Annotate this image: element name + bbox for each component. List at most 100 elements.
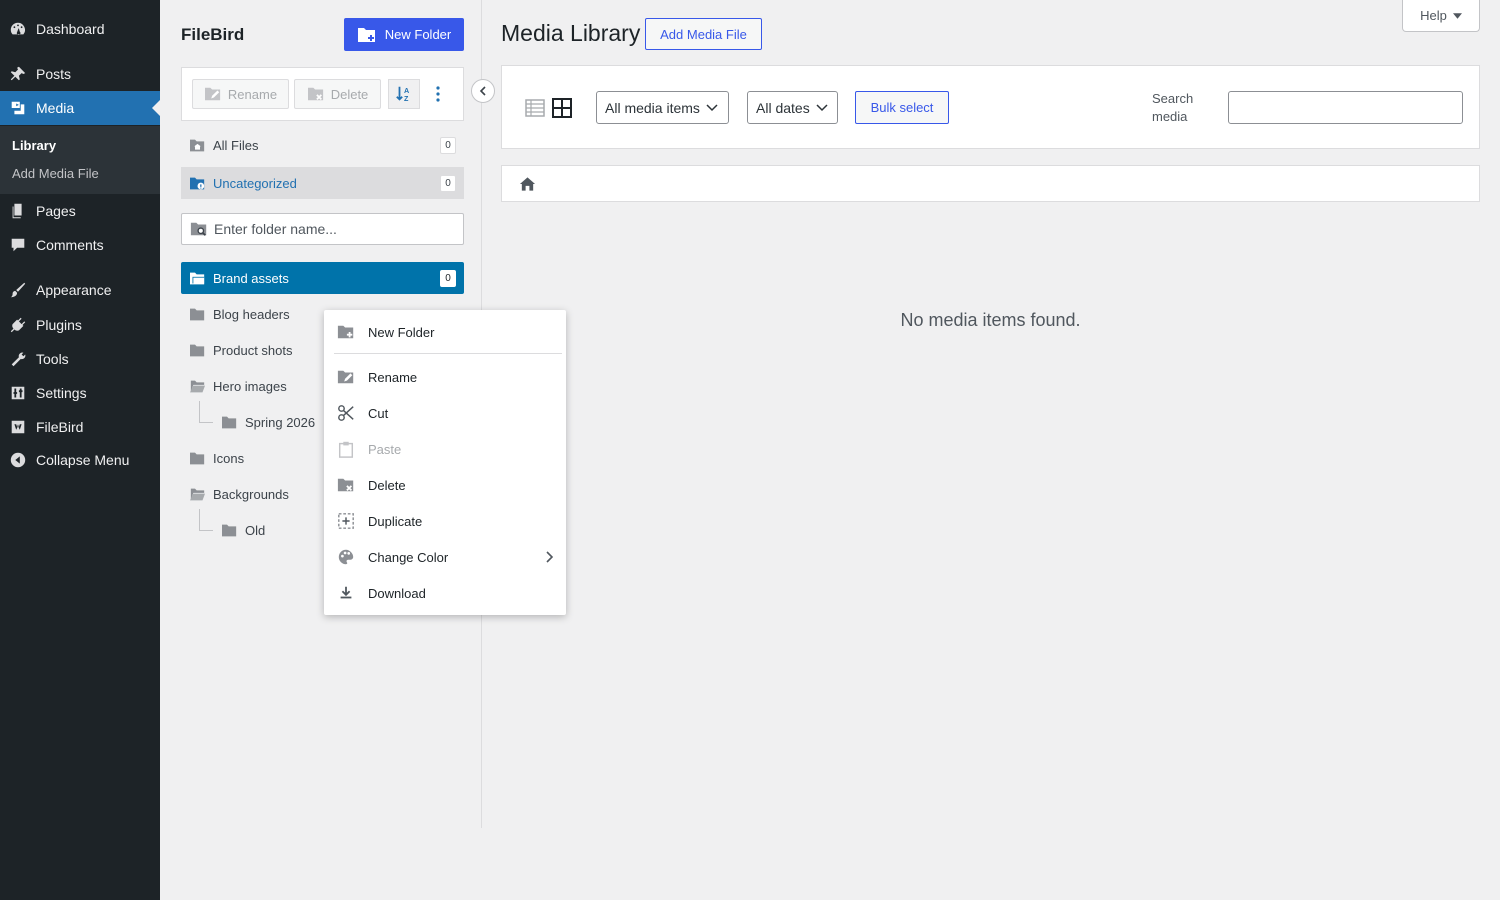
menu-item-settings[interactable]: Settings: [0, 376, 160, 410]
ctx-change-color[interactable]: Change Color: [324, 540, 566, 574]
duplicate-icon: [324, 512, 368, 530]
plug-icon: [0, 316, 36, 334]
media-toolbar: All media items All dates Bulk select Se…: [501, 65, 1480, 149]
pin-icon: [0, 65, 36, 83]
submenu-library[interactable]: Library: [12, 138, 56, 153]
folder-label: Brand assets: [213, 270, 289, 286]
ctx-paste[interactable]: Paste: [324, 432, 566, 466]
folder-item-brand-assets[interactable]: Brand assets 0: [181, 262, 464, 294]
menu-divider: [334, 353, 562, 354]
menu-item-filebird[interactable]: FileBird: [0, 410, 160, 444]
kebab-icon: [436, 86, 440, 102]
menu-item-media[interactable]: Media: [0, 91, 160, 125]
search-media-input[interactable]: [1228, 91, 1463, 124]
uncategorized-item[interactable]: Uncategorized 0: [181, 167, 464, 199]
folder-open-icon: [189, 378, 207, 394]
uncategorized-folder-icon: [189, 175, 207, 191]
tree-connector: [199, 401, 200, 423]
empty-message: No media items found.: [900, 310, 1081, 330]
ctx-cut[interactable]: Cut: [324, 396, 566, 430]
sort-button[interactable]: AZ: [388, 79, 420, 109]
ctx-label: Delete: [368, 477, 406, 493]
all-files-item[interactable]: All Files 0: [181, 130, 464, 160]
rename-icon: [324, 368, 368, 386]
page-title: Media Library: [501, 20, 641, 46]
folder-icon: [189, 306, 207, 322]
menu-item-pages[interactable]: Pages: [0, 194, 160, 228]
date-filter-value: All dates: [756, 99, 810, 116]
folder-label: Hero images: [213, 378, 287, 394]
folder-open-icon: [189, 486, 207, 502]
new-folder-button[interactable]: New Folder: [344, 18, 464, 51]
menu-label: FileBird: [36, 419, 84, 435]
folder-label: All Files: [213, 137, 259, 153]
add-media-file-button[interactable]: Add Media File: [645, 18, 762, 50]
media-icon: [0, 99, 36, 117]
folder-search-icon: [190, 222, 207, 236]
ctx-label: Download: [368, 585, 426, 601]
settings-icon: [0, 384, 36, 402]
help-tab[interactable]: Help: [1402, 0, 1480, 32]
bulk-select-button[interactable]: Bulk select: [855, 91, 949, 124]
folder-delete-icon: [324, 476, 368, 494]
menu-item-plugins[interactable]: Plugins: [0, 308, 160, 342]
menu-item-dashboard[interactable]: Dashboard: [0, 12, 160, 46]
folder-label: Product shots: [213, 342, 293, 358]
menu-label: Comments: [36, 237, 104, 253]
delete-button[interactable]: Delete: [294, 79, 381, 109]
palette-icon: [324, 548, 368, 566]
help-label: Help: [1420, 8, 1447, 23]
menu-item-tools[interactable]: Tools: [0, 342, 160, 376]
count-badge: 0: [440, 270, 456, 287]
current-arrow: [152, 100, 160, 116]
menu-label: Media: [36, 100, 75, 116]
folder-search-input[interactable]: [214, 221, 454, 237]
folder-open-icon: [189, 270, 207, 286]
menu-label: Pages: [36, 203, 76, 219]
menu-item-appearance[interactable]: Appearance: [0, 273, 160, 307]
menu-label: Tools: [36, 351, 69, 367]
folder-toolbar: Rename Delete AZ: [181, 67, 464, 121]
rename-label: Rename: [227, 86, 278, 102]
ctx-label: Paste: [368, 441, 402, 457]
menu-item-comments[interactable]: Comments: [0, 228, 160, 262]
home-icon[interactable]: [519, 176, 536, 192]
rename-button[interactable]: Rename: [192, 79, 289, 109]
ctx-label: Duplicate: [368, 513, 423, 529]
home-folder-icon: [189, 137, 207, 153]
folder-search[interactable]: [181, 213, 464, 245]
folder-icon: [189, 342, 207, 358]
ctx-delete[interactable]: Delete: [324, 468, 566, 502]
scissors-icon: [324, 404, 368, 422]
rename-icon: [204, 87, 221, 101]
folder-delete-icon: [307, 87, 323, 101]
breadcrumb: [501, 165, 1480, 202]
ctx-label: Cut: [368, 405, 389, 421]
menu-item-posts[interactable]: Posts: [0, 57, 160, 91]
menu-item-collapse[interactable]: Collapse Menu: [0, 443, 160, 477]
admin-sidebar: Dashboard Posts Media Library Add Media …: [0, 0, 160, 900]
date-filter[interactable]: All dates: [747, 91, 838, 124]
tree-connector: [199, 530, 213, 531]
filebird-icon: [0, 418, 36, 436]
media-submenu: Library Add Media File: [0, 126, 160, 194]
chevron-left-icon: [479, 86, 486, 96]
folder-plus-icon: [357, 27, 375, 42]
folder-icon: [221, 522, 239, 538]
ctx-label: Rename: [368, 369, 418, 385]
ctx-duplicate[interactable]: Duplicate: [324, 504, 566, 538]
collapse-panel-button[interactable]: [471, 79, 495, 103]
folder-icon: [221, 414, 239, 430]
list-view-icon[interactable]: [524, 97, 546, 119]
folder-label: Icons: [213, 450, 245, 466]
ctx-new-folder[interactable]: New Folder: [324, 315, 566, 349]
ctx-download[interactable]: Download: [324, 576, 566, 610]
new-folder-label: New Folder: [384, 27, 452, 42]
folder-item-old[interactable]: Old: [213, 515, 333, 545]
grid-view-icon[interactable]: [551, 97, 573, 119]
tree-connector: [199, 422, 213, 423]
media-type-filter[interactable]: All media items: [596, 91, 729, 124]
submenu-add-media-file[interactable]: Add Media File: [12, 166, 99, 181]
more-options-button[interactable]: [428, 79, 448, 109]
ctx-rename[interactable]: Rename: [324, 360, 566, 394]
